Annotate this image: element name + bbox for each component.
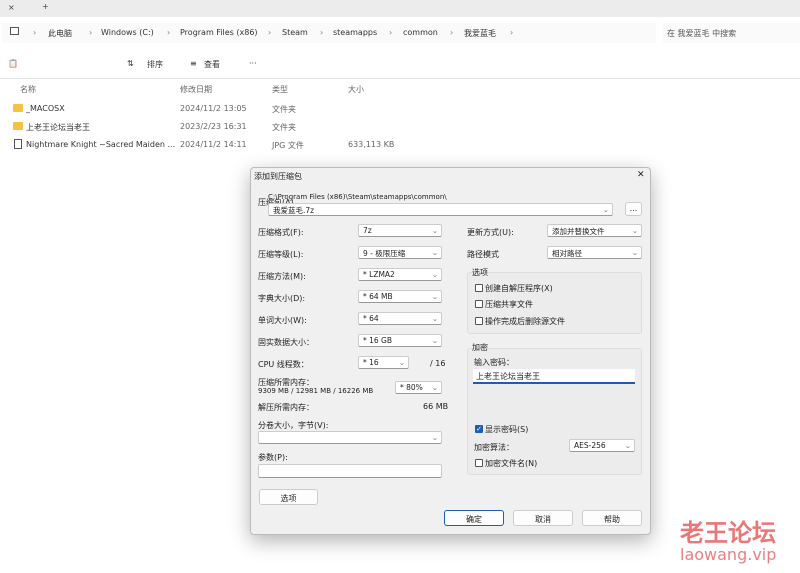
memory-values: 9309 MB / 12981 MB / 16226 MB (258, 387, 374, 395)
update-label: 更新方式(U): (467, 228, 514, 237)
tab-bar (0, 0, 800, 17)
dict-select[interactable]: * 64 MB ⌄ (358, 290, 442, 303)
file-type: JPG 文件 (272, 141, 304, 150)
encryption-method-label: 加密算法： (474, 443, 514, 452)
view-icon: ≡ (190, 59, 197, 68)
shared-label: 压缩共享文件 (485, 300, 533, 309)
path-label: 路径模式 (467, 250, 499, 259)
dict-label: 字典大小(D): (258, 294, 306, 303)
password-input[interactable]: 上老王论坛当老王 (473, 369, 635, 384)
browse-button[interactable]: ... (625, 202, 642, 216)
archive-name-combo[interactable]: 我爱蓝毛.7z ⌄ (268, 203, 613, 216)
level-select[interactable]: 9 - 极限压缩 ⌄ (358, 246, 442, 259)
breadcrumb-item[interactable]: Steam (282, 28, 308, 37)
delete-source-label: 操作完成后删除源文件 (485, 317, 565, 326)
sort-icon: ⇅ (127, 59, 134, 68)
cpu-select[interactable]: * 16 ⌄ (358, 356, 409, 369)
params-label: 参数(P): (258, 453, 288, 462)
word-select[interactable]: * 64 ⌄ (358, 312, 442, 325)
breadcrumb-item[interactable]: 此电脑 (48, 28, 72, 39)
watermark-logo: 老王论坛 (680, 519, 776, 547)
update-select[interactable]: 添加并替换文件 ⌄ (547, 224, 642, 237)
dialog-title: 添加到压缩包 (254, 172, 302, 181)
column-size[interactable]: 大小 (348, 84, 364, 95)
view-button[interactable]: 查看 (204, 59, 220, 70)
column-type[interactable]: 类型 (272, 84, 288, 95)
cancel-button[interactable]: 取消 (513, 510, 573, 526)
format-label: 压缩格式(F): (258, 228, 304, 237)
word-label: 单词大小(W): (258, 316, 307, 325)
level-label: 压缩等级(L): (258, 250, 304, 259)
close-icon[interactable]: ✕ (637, 170, 645, 180)
file-type: 文件夹 (272, 105, 296, 114)
folder-icon (13, 122, 23, 130)
file-size: 633,113 KB (348, 140, 395, 149)
paste-icon[interactable]: 📋 (8, 59, 18, 68)
ok-button[interactable]: 确定 (444, 510, 504, 526)
file-name[interactable]: _MACOSX (26, 104, 65, 113)
image-file-icon (14, 139, 22, 149)
sfx-checkbox[interactable] (475, 284, 483, 292)
file-date: 2024/11/2 14:11 (180, 140, 247, 149)
sort-button[interactable]: 排序 (147, 59, 163, 70)
watermark-url: laowang.vip (680, 545, 777, 564)
file-name[interactable]: 上老王论坛当老王 (26, 122, 90, 133)
new-tab-button[interactable]: + (42, 2, 49, 11)
file-date: 2023/2/23 16:31 (180, 122, 247, 131)
breadcrumb-item[interactable]: 我爱蓝毛 (464, 28, 496, 39)
password-label: 输入密码： (474, 358, 514, 367)
delete-source-checkbox[interactable] (475, 317, 483, 325)
encrypt-names-label: 加密文件名(N) (485, 459, 538, 468)
solid-select[interactable]: * 16 GB ⌄ (358, 334, 442, 347)
search-input[interactable]: 在 我爱蓝毛 中搜索 (663, 23, 800, 43)
close-tab-button[interactable]: × (8, 3, 15, 12)
help-button[interactable]: 帮助 (582, 510, 642, 526)
breadcrumb-item[interactable]: Program Files (x86) (180, 28, 258, 37)
breadcrumb-item[interactable]: common (403, 28, 438, 37)
encryption-method-select[interactable]: AES-256 ⌄ (569, 439, 635, 452)
encryption-group-title: 加密 (472, 343, 488, 352)
path-select[interactable]: 相对路径 ⌄ (547, 246, 642, 259)
options-button[interactable]: 选项 (259, 489, 318, 505)
cpu-label: CPU 线程数： (258, 360, 309, 369)
computer-icon (10, 27, 19, 35)
method-select[interactable]: * LZMA2 ⌄ (358, 268, 442, 281)
format-select[interactable]: 7z ⌄ (358, 224, 442, 237)
encrypt-names-checkbox[interactable] (475, 459, 483, 467)
memory-percent-select[interactable]: * 80% ⌄ (395, 381, 442, 394)
shared-checkbox[interactable] (475, 300, 483, 308)
file-name[interactable]: Nightmare Knight ~Sacred Maiden ... (26, 140, 175, 149)
folder-icon (13, 104, 23, 112)
file-type: 文件夹 (272, 123, 296, 132)
solid-label: 固实数据大小： (258, 338, 314, 347)
breadcrumb-item[interactable]: Windows (C:) (101, 28, 154, 37)
cpu-max: / 16 (430, 359, 446, 368)
method-label: 压缩方法(M): (258, 272, 306, 281)
sfx-label: 创建自解压程序(X) (485, 284, 553, 293)
archive-dir: C:\Program Files (x86)\Steam\steamapps\c… (268, 193, 447, 201)
breadcrumb-item[interactable]: steamapps (333, 28, 377, 37)
show-password-checkbox[interactable]: ✓ (475, 425, 483, 433)
column-date[interactable]: 修改日期 (180, 84, 212, 95)
more-button[interactable]: ··· (249, 59, 257, 68)
split-label: 分卷大小，字节(V): (258, 421, 329, 430)
params-input[interactable] (258, 464, 442, 478)
column-name[interactable]: 名称 (20, 84, 36, 95)
options-group-title: 选项 (472, 268, 488, 277)
split-select[interactable]: ⌄ (258, 431, 442, 444)
decompress-memory-label: 解压所需内存： (258, 403, 314, 412)
decompress-memory-value: 66 MB (423, 402, 449, 411)
file-date: 2024/11/2 13:05 (180, 104, 247, 113)
show-password-label: 显示密码(S) (485, 425, 529, 434)
